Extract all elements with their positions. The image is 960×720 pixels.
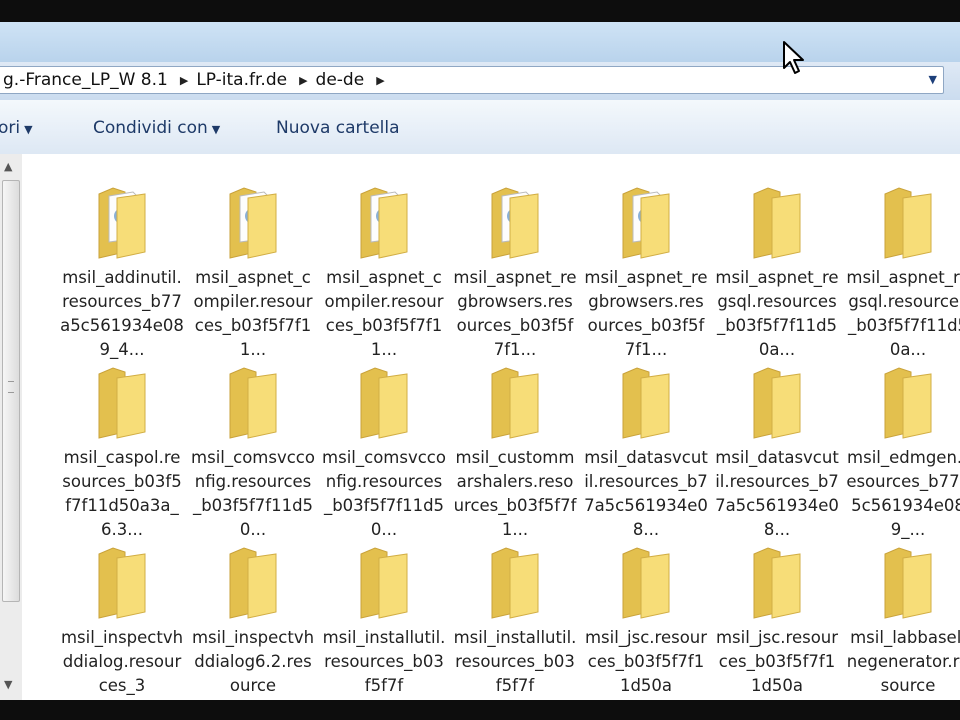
organize-label: ori <box>0 118 21 138</box>
folder-name: msil_aspnet_compiler.resources_b03f5f7f1… <box>324 268 444 359</box>
folder-icon <box>229 547 277 619</box>
folder-icon <box>229 367 277 439</box>
new-folder-button[interactable]: Nuova cartella <box>276 118 400 138</box>
folder-icon <box>622 547 670 619</box>
folder-icon <box>491 367 539 439</box>
folder-item[interactable]: msil_aspnet_regsql.resources_b03f5f7f11d… <box>846 186 960 362</box>
scroll-thumb[interactable] <box>2 180 20 602</box>
folder-name: msil_datasvcutil.resources_b77a5c561934e… <box>584 448 708 539</box>
folder-item[interactable]: msil_jsc.resources_b03f5f7f11d50a <box>715 546 839 698</box>
explorer-window: g.-France_LP_W 8.1 ▶ LP-ita.fr.de ▶ de-d… <box>0 22 960 700</box>
folder-name: msil_datasvcutil.resources_b77a5c561934e… <box>715 448 839 539</box>
folder-item[interactable]: msil_datasvcutil.resources_b77a5c561934e… <box>584 366 708 542</box>
folder-item[interactable]: msil_aspnet_regbrowsers.resources_b03f5f… <box>584 186 708 362</box>
folder-name: msil_labbaselinegenerator.resource <box>846 628 960 695</box>
breadcrumb-item[interactable]: de-de <box>310 70 375 90</box>
folder-name: msil_aspnet_regsql.resources_b03f5f7f11d… <box>715 268 839 359</box>
folder-name: msil_caspol.resources_b03f5f7f11d50a3a_6… <box>62 448 182 539</box>
mouse-pointer-icon <box>783 41 804 74</box>
folder-item[interactable]: msil_installutil.resources_b03f5f7f <box>453 546 577 698</box>
folder-item[interactable]: msil_addinutil.resources_b77a5c561934e08… <box>60 186 184 362</box>
folder-icon <box>491 187 539 259</box>
folder-icon <box>884 547 932 619</box>
folder-name: msil_edmgen.resources_b77a5c561934e089_.… <box>846 448 960 539</box>
folder-icon <box>622 367 670 439</box>
folder-name: msil_aspnet_compiler.resources_b03f5f7f1… <box>193 268 313 359</box>
folder-icon <box>98 187 146 259</box>
folder-icon <box>622 187 670 259</box>
folder-item[interactable]: msil_datasvcutil.resources_b77a5c561934e… <box>715 366 839 542</box>
share-with-label: Condividi con <box>93 118 208 138</box>
folder-name: msil_aspnet_regbrowsers.resources_b03f5f… <box>584 268 708 359</box>
folder-icon <box>884 187 932 259</box>
folder-icon <box>884 367 932 439</box>
folder-icon <box>360 187 408 259</box>
folder-name: msil_installutil.resources_b03f5f7f <box>322 628 446 695</box>
chevron-down-icon: ▼ <box>24 123 33 136</box>
folder-item[interactable]: msil_edmgen.resources_b77a5c561934e089_.… <box>846 366 960 542</box>
address-bar: g.-France_LP_W 8.1 ▶ LP-ita.fr.de ▶ de-d… <box>0 62 960 125</box>
share-with-button[interactable]: Condividi con ▼ <box>93 118 220 138</box>
folder-item[interactable]: msil_aspnet_regbrowsers.resources_b03f5f… <box>453 186 577 362</box>
title-bar <box>0 22 960 62</box>
folder-item[interactable]: msil_aspnet_compiler.resources_b03f5f7f1… <box>322 186 446 362</box>
file-list: msil_addinutil.resources_b77a5c561934e08… <box>22 154 960 700</box>
breadcrumb-item[interactable]: LP-ita.fr.de <box>190 70 297 90</box>
folder-icon <box>229 187 277 259</box>
folder-item[interactable]: msil_inspectvhddialog.resources_3 <box>60 546 184 698</box>
folder-item[interactable]: msil_installutil.resources_b03f5f7f <box>322 546 446 698</box>
folder-name: msil_comsvcconfig.resources_b03f5f7f11d5… <box>191 448 315 539</box>
folder-name: msil_custommarshalers.resources_b03f5f7f… <box>453 448 577 539</box>
chevron-right-icon[interactable]: ▶ <box>178 74 190 87</box>
folder-name: msil_jsc.resources_b03f5f7f11d50a <box>715 628 839 695</box>
folder-icon <box>360 547 408 619</box>
breadcrumb-item[interactable]: g.-France_LP_W 8.1 <box>0 70 178 90</box>
folder-name: msil_comsvcconfig.resources_b03f5f7f11d5… <box>322 448 446 539</box>
folder-item[interactable]: msil_labbaselinegenerator.resource <box>846 546 960 698</box>
chevron-right-icon[interactable]: ▶ <box>297 74 309 87</box>
folder-item[interactable]: msil_jsc.resources_b03f5f7f11d50a <box>584 546 708 698</box>
folder-icon <box>98 547 146 619</box>
folder-name: msil_inspectvhddialog.resources_3 <box>60 628 184 695</box>
chevron-right-icon[interactable]: ▶ <box>374 74 386 87</box>
folder-item[interactable]: msil_aspnet_compiler.resources_b03f5f7f1… <box>191 186 315 362</box>
grip-icon <box>8 381 14 393</box>
folder-item[interactable]: msil_custommarshalers.resources_b03f5f7f… <box>453 366 577 542</box>
vertical-scrollbar[interactable]: ▲ ▼ <box>0 154 23 700</box>
chevron-down-icon: ▼ <box>211 123 221 136</box>
folder-item[interactable]: msil_comsvcconfig.resources_b03f5f7f11d5… <box>322 366 446 542</box>
folder-name: msil_aspnet_regbrowsers.resources_b03f5f… <box>453 268 577 359</box>
folder-item[interactable]: msil_aspnet_regsql.resources_b03f5f7f11d… <box>715 186 839 362</box>
scroll-down-icon[interactable]: ▼ <box>4 678 12 691</box>
folder-item[interactable]: msil_inspectvhddialog6.2.resource <box>191 546 315 698</box>
folder-item[interactable]: msil_caspol.resources_b03f5f7f11d50a3a_6… <box>60 366 184 542</box>
scroll-up-icon[interactable]: ▲ <box>4 160 12 173</box>
folder-icon <box>491 547 539 619</box>
folder-icon <box>360 367 408 439</box>
folder-name: msil_installutil.resources_b03f5f7f <box>453 628 577 695</box>
chevron-down-icon[interactable]: ▼ <box>929 73 937 86</box>
folder-icon <box>98 367 146 439</box>
organize-button[interactable]: ori ▼ <box>0 118 33 138</box>
folder-name: msil_inspectvhddialog6.2.resource <box>191 628 315 695</box>
command-bar: ori ▼ Condividi con ▼ Nuova cartella <box>0 100 960 155</box>
folder-icon <box>753 187 801 259</box>
folder-icon <box>753 547 801 619</box>
folder-name: msil_jsc.resources_b03f5f7f11d50a <box>584 628 708 695</box>
folder-name: msil_addinutil.resources_b77a5c561934e08… <box>60 268 184 359</box>
folder-icon <box>753 367 801 439</box>
folder-name: msil_aspnet_regsql.resources_b03f5f7f11d… <box>846 268 960 359</box>
folder-item[interactable]: msil_comsvcconfig.resources_b03f5f7f11d5… <box>191 366 315 542</box>
